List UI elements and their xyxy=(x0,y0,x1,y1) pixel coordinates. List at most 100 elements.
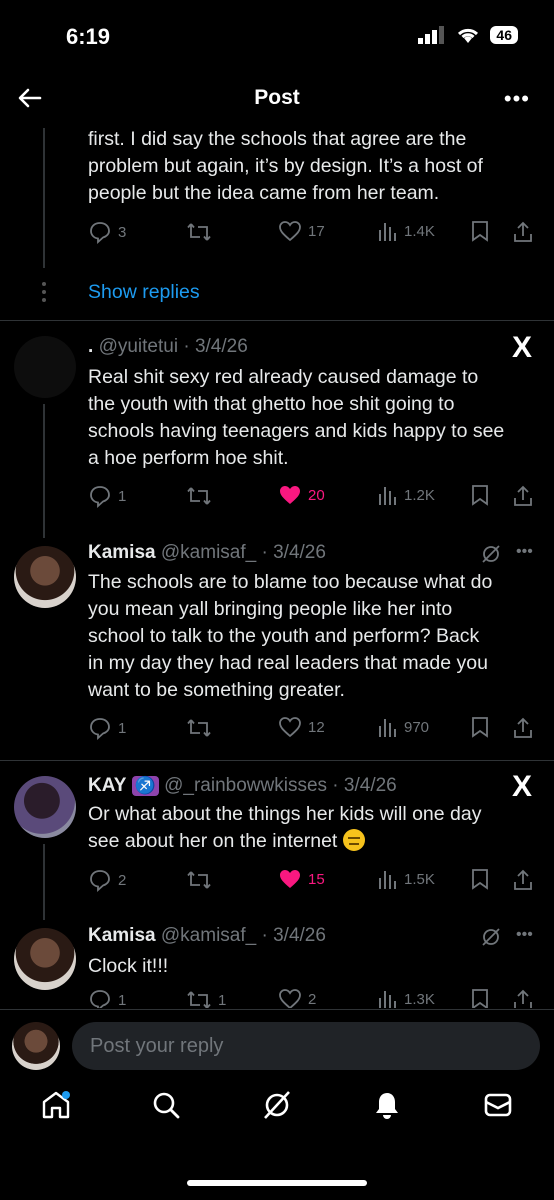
nav-home[interactable] xyxy=(40,1090,72,1125)
repost-button[interactable]: 1 xyxy=(186,988,226,1008)
bookmark-button[interactable] xyxy=(470,716,490,738)
share-button[interactable] xyxy=(512,716,534,740)
post-actions: 1 1 2 1.3K xyxy=(88,988,538,1008)
views-button[interactable]: 1.2K xyxy=(378,484,435,506)
repost-icon xyxy=(187,487,211,505)
avatar[interactable] xyxy=(14,928,76,990)
share-button[interactable] xyxy=(512,988,534,1008)
like-button[interactable]: 12 xyxy=(278,716,325,738)
like-count: 2 xyxy=(308,990,317,1008)
grok-icon xyxy=(482,928,500,946)
show-replies-link[interactable]: Show replies xyxy=(88,281,200,304)
reply-icon xyxy=(90,990,110,1008)
bookmark-icon xyxy=(472,485,488,506)
thread-line xyxy=(43,404,45,538)
display-name[interactable]: Kamisa xyxy=(88,925,156,946)
mail-icon xyxy=(484,1093,512,1117)
like-button[interactable]: 17 xyxy=(278,220,325,242)
display-name[interactable]: . xyxy=(88,336,93,357)
grok-button[interactable] xyxy=(480,926,502,953)
nav-search[interactable] xyxy=(151,1090,181,1125)
post-text-line: see about her on the internet xyxy=(88,828,548,855)
views-button[interactable]: 1.4K xyxy=(378,220,435,242)
repost-icon xyxy=(187,719,211,737)
sagittarius-emoji: ♐ xyxy=(131,776,159,796)
repost-button[interactable] xyxy=(186,484,212,508)
user-handle[interactable]: @yuitetui xyxy=(99,336,179,357)
bookmark-button[interactable] xyxy=(470,868,490,890)
avatar[interactable] xyxy=(14,336,76,398)
like-count: 17 xyxy=(308,222,325,240)
page-title: Post xyxy=(254,86,300,109)
user-handle[interactable]: @kamisaf_ xyxy=(161,925,256,946)
reply-button[interactable]: 2 xyxy=(88,868,126,892)
post-actions: 1 12 970 xyxy=(88,716,538,740)
heart-filled-icon xyxy=(280,486,300,504)
repost-button[interactable] xyxy=(186,716,212,740)
reply-button[interactable]: 1 xyxy=(88,988,126,1008)
bookmark-button[interactable] xyxy=(470,988,490,1008)
post-text-line: school to talk to the youth and perform?… xyxy=(88,625,480,647)
heart-icon xyxy=(279,221,301,242)
like-count: 15 xyxy=(308,870,325,888)
user-handle[interactable]: @_rainbowwkisses xyxy=(164,775,327,796)
share-button[interactable] xyxy=(512,220,534,244)
reply-placeholder: Post your reply xyxy=(90,1035,224,1057)
post-text-line: you mean yall bringing people like her i… xyxy=(88,598,453,620)
more-options-button[interactable]: ••• xyxy=(516,926,533,944)
share-icon xyxy=(514,221,532,242)
avatar[interactable] xyxy=(14,546,76,608)
reply-icon xyxy=(90,718,110,740)
post-text-line: want to be something greater. xyxy=(88,679,345,701)
bookmark-icon xyxy=(472,869,488,890)
more-options-button[interactable]: ••• xyxy=(516,543,533,561)
like-button[interactable]: 2 xyxy=(278,988,316,1008)
avatar[interactable] xyxy=(14,776,76,838)
like-button[interactable]: 15 xyxy=(278,868,325,890)
nav-messages[interactable] xyxy=(482,1090,514,1125)
display-name[interactable]: Kamisa xyxy=(88,542,156,563)
bookmark-button[interactable] xyxy=(470,484,490,506)
repost-icon xyxy=(187,223,211,241)
more-options-button[interactable]: ••• xyxy=(504,86,530,112)
divider xyxy=(0,1009,554,1010)
repost-button[interactable] xyxy=(186,220,212,244)
user-handle[interactable]: @kamisaf_ xyxy=(161,542,256,563)
post-date: · 3/4/26 xyxy=(261,542,326,563)
post-text-line: Real shit sexy red already caused damage… xyxy=(88,366,479,388)
reply-icon xyxy=(90,222,110,244)
share-button[interactable] xyxy=(512,484,534,508)
reply-button[interactable]: 1 xyxy=(88,716,126,740)
heart-icon xyxy=(279,717,301,738)
like-count: 12 xyxy=(308,718,325,736)
my-avatar[interactable] xyxy=(12,1022,60,1070)
post-date: · 3/4/26 xyxy=(183,336,248,357)
post-text-line: problem but again, it’s by design. It’s … xyxy=(88,155,483,177)
nav-grok[interactable] xyxy=(261,1090,293,1125)
reply-input[interactable]: Post your reply xyxy=(72,1022,540,1070)
post-actions: 3 17 1.4K xyxy=(88,220,538,244)
like-button[interactable]: 20 xyxy=(278,484,325,506)
share-icon xyxy=(514,869,532,890)
post-header: KAY ♐ @_rainbowwkisses · 3/4/26 xyxy=(88,775,397,797)
display-name[interactable]: KAY xyxy=(88,775,126,796)
share-icon xyxy=(514,485,532,506)
reply-button[interactable]: 3 xyxy=(88,220,126,244)
repost-count: 1 xyxy=(218,991,227,1009)
views-button[interactable]: 1.3K xyxy=(378,988,435,1008)
bookmark-icon xyxy=(472,221,488,242)
nav-notifications[interactable] xyxy=(372,1090,402,1125)
bookmark-button[interactable] xyxy=(470,220,490,242)
divider xyxy=(0,760,554,761)
grok-button[interactable] xyxy=(480,543,502,570)
post-text-line: first. I did say the schools that agree … xyxy=(88,128,467,150)
reply-button[interactable]: 1 xyxy=(88,484,126,508)
repost-button[interactable] xyxy=(186,868,212,892)
post-text-line: in my day they had real leaders that mad… xyxy=(88,652,488,674)
views-button[interactable]: 970 xyxy=(378,716,429,738)
post-text-line: The schools are to blame too because wha… xyxy=(88,571,493,593)
reply-count: 3 xyxy=(118,223,127,241)
share-button[interactable] xyxy=(512,868,534,892)
views-button[interactable]: 1.5K xyxy=(378,868,435,890)
post-text-line: Or what about the things her kids will o… xyxy=(88,803,482,825)
